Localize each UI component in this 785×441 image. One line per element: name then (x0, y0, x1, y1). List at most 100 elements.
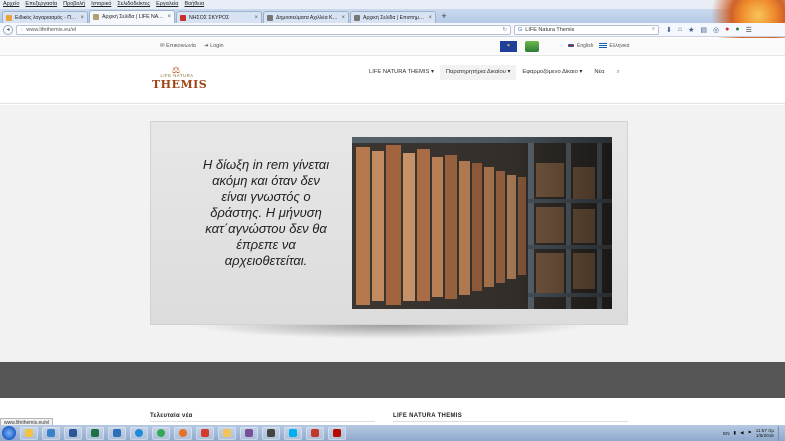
back-button[interactable]: ◂ (3, 24, 13, 35)
language-indicator[interactable]: EN (723, 431, 729, 436)
addon-icon[interactable]: ● (725, 26, 729, 34)
browser-tab[interactable]: ΝΗΣΟΣ ΣΚΥΡΟΣ × (176, 11, 262, 23)
favicon-icon (180, 14, 186, 21)
taskbar-app-icon[interactable] (86, 426, 104, 440)
archive-shelves-image (352, 137, 612, 309)
clock[interactable]: 11:57 πμ 1/6/2016 (756, 428, 774, 439)
bookmarks-icon[interactable]: ▤ (700, 26, 707, 34)
browser-tab[interactable]: Ειδικός λογαριασμός - Πα... × (2, 11, 88, 23)
main-nav: LIFE NATURA THEMIS ▾ Παρατηρητήρια Δικαί… (363, 65, 626, 80)
show-desktop-button[interactable] (778, 425, 783, 441)
tab-strip: Ειδικός λογαριασμός - Πα... × Αρχική Σελ… (0, 9, 785, 23)
menu-tools[interactable]: Εργαλεία (156, 0, 178, 9)
dark-band (0, 362, 785, 398)
menu-icon[interactable]: ☰ (746, 26, 752, 34)
latest-news-heading: Τελευταία νέα (150, 413, 193, 419)
taskbar-app-icon[interactable] (174, 426, 192, 440)
home-icon[interactable]: ⌂ (678, 26, 682, 34)
clock-date: 1/6/2016 (755, 433, 774, 438)
favicon-icon (267, 14, 273, 21)
lang-english-link[interactable]: English (567, 43, 593, 49)
search-bar[interactable]: G LIFE Natura Themis ⌕ (514, 24, 659, 35)
taskbar-app-icon[interactable] (218, 426, 236, 440)
search-icon[interactable]: ⌕ (652, 26, 655, 33)
browser-tab-active[interactable]: Αρχική Σελίδα | LIFE NATU... × (89, 10, 175, 23)
taskbar-app-icon[interactable] (306, 426, 324, 440)
menu-view[interactable]: Προβολή (63, 0, 85, 9)
site-footer: Τελευταία νέα LIFE NATURA THEMIS (0, 398, 785, 425)
close-icon[interactable]: × (428, 15, 432, 21)
login-link[interactable]: ➜ Login (204, 43, 224, 49)
nav-item-life-natura-themis[interactable]: LIFE NATURA THEMIS ▾ (363, 65, 440, 80)
divider (393, 421, 628, 422)
menu-help[interactable]: Βοήθεια (184, 0, 204, 9)
greek-flag-icon (599, 43, 608, 49)
contact-link[interactable]: ✉ Επικοινωνία (160, 43, 196, 49)
network-icon[interactable]: ▮ (734, 430, 737, 436)
browser-tab[interactable]: Αρχική Σελίδα | Επιστημ. κέ... × (350, 11, 436, 23)
download-icon[interactable]: ⬇ (666, 26, 672, 34)
nav-item-news[interactable]: Νέα (588, 65, 610, 80)
contact-label: Επικοινωνία (166, 43, 196, 49)
start-button[interactable] (2, 426, 16, 440)
taskbar-app-icon[interactable] (130, 426, 148, 440)
tab-title: Ειδικός λογαριασμός - Πα... (15, 14, 78, 21)
taskbar-app-icon[interactable] (20, 426, 38, 440)
archive-photo-graphic (352, 137, 612, 309)
taskbar-app-icon[interactable] (64, 426, 82, 440)
search-query: LIFE Natura Themis (525, 26, 575, 33)
tab-title: ΝΗΣΟΣ ΣΚΥΡΟΣ (189, 14, 230, 21)
volume-icon[interactable]: ◀ (740, 430, 744, 436)
site-logo[interactable]: ⚖ LIFE NATURA THEMIS (152, 65, 207, 99)
language-switcher: English Ελληνικά (567, 43, 629, 49)
favicon-icon (93, 14, 99, 20)
hero-shadow (190, 325, 590, 339)
flag-icon[interactable]: ⚑ (748, 430, 752, 436)
life-programme-logo[interactable] (525, 41, 539, 52)
tab-title: Δημοσιεύματα Αχιλλέα Κουρ... (276, 14, 339, 21)
close-icon[interactable]: × (167, 14, 171, 20)
menu-file[interactable]: Αρχείο (3, 0, 19, 9)
topbar-links: ✉ Επικοινωνία ➜ Login (160, 43, 224, 49)
favicon-icon (6, 14, 12, 21)
lang-greek-label: Ελληνικά (609, 43, 630, 49)
tab-title: Αρχική Σελίδα | Επιστημ. κέ... (363, 14, 426, 21)
system-tray: EN ▮ ◀ ⚑ 11:57 πμ 1/6/2016 (723, 425, 783, 441)
new-tab-button[interactable]: + (437, 11, 451, 23)
taskbar-app-icon[interactable] (284, 426, 302, 440)
close-icon[interactable]: × (80, 15, 84, 21)
taskbar-app-icon[interactable] (262, 426, 280, 440)
addon-icon[interactable]: ◎ (713, 26, 719, 34)
site-header: ⚖ LIFE NATURA THEMIS LIFE NATURA THEMIS … (0, 56, 785, 104)
lang-english-label: English (577, 43, 594, 49)
close-icon[interactable]: × (341, 15, 345, 21)
search-icon[interactable]: ⌕ (610, 65, 625, 80)
favicon-icon (354, 14, 360, 21)
navigation-bar: ◂ ◌ www.lifethemis.eu/el ↻ G LIFE Natura… (0, 23, 785, 37)
nav-item-applicable-law[interactable]: Εφαρμοζόμενο Δίκαιο ▾ (516, 65, 588, 80)
menu-bar: Αρχείο Επεξεργασία Προβολή Ιστορικό Σελι… (0, 0, 785, 9)
menu-bookmarks[interactable]: Σελιδοδείκτες (117, 0, 150, 9)
globe-icon: ◌ (20, 26, 24, 33)
uk-flag-icon (567, 43, 575, 49)
reload-icon[interactable]: ↻ (502, 27, 507, 33)
bookmark-star-icon[interactable]: ★ (688, 26, 694, 34)
url-bar[interactable]: ◌ www.lifethemis.eu/el ↻ (16, 24, 511, 35)
taskbar-app-icon[interactable] (196, 426, 214, 440)
close-icon[interactable]: × (254, 15, 258, 21)
taskbar-app-icon[interactable] (328, 426, 346, 440)
eu-flag-logo[interactable]: ✶ (500, 41, 517, 52)
tab-title: Αρχική Σελίδα | LIFE NATU... (102, 14, 165, 20)
nav-item-observatories[interactable]: Παρατηρητήρια Δικαίου ▾ (439, 65, 517, 80)
login-label: Login (210, 43, 224, 49)
taskbar-app-icon[interactable] (152, 426, 170, 440)
menu-history[interactable]: Ιστορικό (91, 0, 111, 9)
taskbar-app-icon[interactable] (240, 426, 258, 440)
taskbar-app-icon[interactable] (108, 426, 126, 440)
addon-icon[interactable]: ● (735, 26, 739, 34)
lang-greek-link[interactable]: Ελληνικά (599, 43, 629, 49)
browser-tab[interactable]: Δημοσιεύματα Αχιλλέα Κουρ... × (263, 11, 349, 23)
menu-edit[interactable]: Επεξεργασία (25, 0, 57, 9)
taskbar-app-icon[interactable] (42, 426, 60, 440)
toolbar-icons: ⬇ ⌂ ★ ▤ ◎ ● ● ☰ (666, 26, 752, 34)
